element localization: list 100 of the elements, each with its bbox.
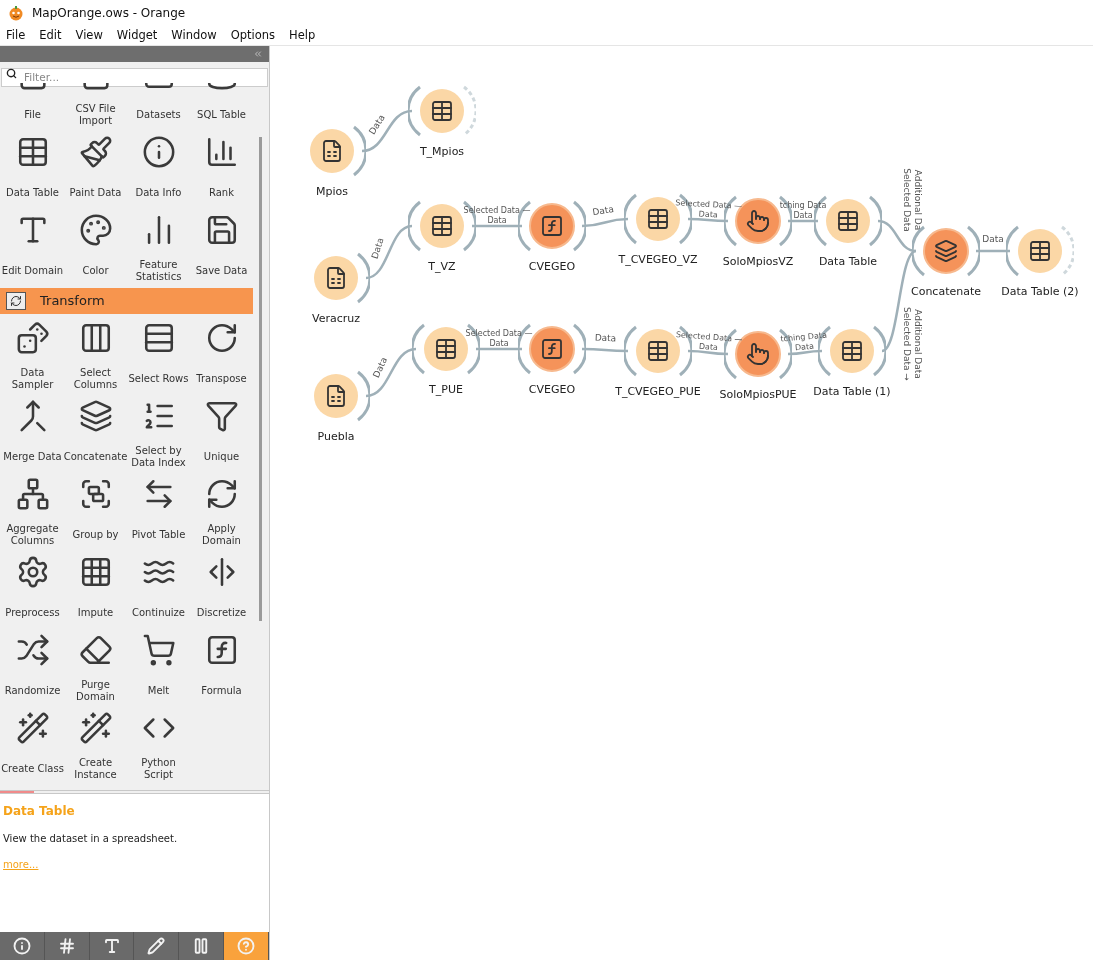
widget-label[interactable]: Select Columns (64, 367, 127, 391)
table-icon (646, 339, 670, 363)
node-label[interactable]: T_Mpios (419, 144, 465, 161)
help-icon (237, 937, 256, 955)
widget-label[interactable]: Group by (72, 529, 119, 541)
node-label[interactable]: Puebla (317, 429, 355, 446)
shuffle-icon (15, 633, 50, 667)
link-label: Data (489, 339, 509, 348)
widget-label[interactable]: Impute (77, 607, 114, 619)
menu-item[interactable]: Edit (39, 26, 62, 45)
cart-icon (141, 633, 176, 667)
widget-label[interactable]: SQL Table (197, 109, 246, 121)
link-label: Data (369, 236, 386, 261)
widget-label[interactable]: Preprocess (5, 607, 60, 619)
table-icon (836, 209, 860, 233)
category-label[interactable]: Transform (40, 291, 105, 311)
widget-label[interactable]: Pivot Table (131, 529, 186, 541)
link-label: Selected Data — (463, 206, 531, 215)
description-title: Data Table (3, 803, 76, 820)
widget-label[interactable]: File (24, 109, 41, 121)
widget-label[interactable]: Data Table (6, 187, 59, 199)
widget-label[interactable]: Randomize (4, 685, 61, 697)
paintbrush-icon (78, 135, 113, 169)
menu-item[interactable]: View (75, 26, 103, 45)
link-label: Additional Data (913, 309, 923, 379)
pencil-icon (147, 937, 166, 955)
menu-item[interactable]: Options (230, 26, 276, 45)
menu-item[interactable]: Widget (116, 26, 158, 45)
node-label[interactable]: Data Table (2) (1001, 284, 1079, 301)
widget-label[interactable]: Python Script (127, 757, 190, 781)
link-label: tching Data (779, 201, 827, 210)
menu-item[interactable]: File (6, 26, 26, 45)
node-label[interactable]: Veracruz (312, 311, 360, 328)
link-label: Selected Data (902, 168, 912, 232)
funnel-icon (204, 399, 239, 433)
info-icon (12, 937, 31, 955)
node-label[interactable]: CVEGEO (528, 259, 576, 276)
link-label: Data (698, 341, 719, 353)
menu-item[interactable]: Window (171, 26, 217, 45)
search-icon (6, 68, 17, 79)
widget-label[interactable]: CSV File Import (64, 103, 127, 127)
widget-label[interactable]: Discretize (196, 607, 247, 619)
table-icon (430, 214, 454, 238)
window-title: MapOrange.ows - Orange (32, 5, 186, 22)
scrollbar-thumb[interactable] (259, 137, 262, 621)
widget-label[interactable]: Edit Domain (1, 265, 64, 277)
node-label[interactable]: T_PUE (429, 382, 463, 399)
node-label[interactable]: T_CVEGEO_PUE (615, 384, 701, 401)
info-icon (141, 135, 176, 169)
widget-label[interactable]: Color (82, 265, 109, 277)
table-icon (646, 207, 670, 231)
widget-label[interactable]: Feature Statistics (127, 259, 190, 283)
widget-label[interactable]: Paint Data (69, 187, 122, 199)
link-label: Data (982, 234, 1004, 244)
menu-item[interactable]: Help (289, 26, 316, 45)
link-label: Data (487, 216, 507, 225)
node-label[interactable]: T_CVEGEO_VZ (618, 252, 698, 269)
dice-icon (15, 321, 50, 355)
widget-label[interactable]: Unique (203, 451, 240, 463)
node-label[interactable]: CVEGEO (528, 382, 576, 399)
app-logo-icon (8, 5, 24, 21)
node-label[interactable]: T_VZ (428, 259, 456, 276)
widget-label[interactable]: Data Info (135, 187, 182, 199)
node-label[interactable]: Data Table (1) (813, 384, 891, 401)
node-label[interactable]: Data Table (818, 254, 878, 271)
widget-label[interactable]: Continuize (132, 607, 185, 619)
widget-label[interactable]: Create Instance (64, 757, 127, 781)
grid-icon (57, 937, 76, 955)
widget-label[interactable]: Datasets (136, 109, 181, 121)
widget-label[interactable]: Select Rows (128, 373, 189, 385)
table-icon (430, 99, 454, 123)
widget-label[interactable]: Aggregate Columns (1, 523, 64, 547)
widget-label[interactable]: Save Data (195, 265, 248, 277)
widget-label[interactable]: Create Class (1, 763, 64, 775)
widget-label[interactable]: Transpose (196, 373, 247, 385)
stacked-tables-icon (78, 399, 113, 433)
widget-label[interactable]: Concatenate (63, 451, 128, 463)
widget-label[interactable]: Select by Data Index (127, 445, 190, 469)
magic-wand-icon (78, 711, 113, 745)
table-icon (840, 339, 864, 363)
widget-label[interactable]: Rank (209, 187, 234, 199)
link-label: Data (594, 332, 617, 344)
widget-label[interactable]: Apply Domain (190, 523, 253, 547)
toolbar-button[interactable] (224, 932, 269, 960)
link-label: Additional Da (913, 169, 923, 231)
filter-field[interactable]: Filter... (1, 67, 268, 87)
link-label: Selected Data — (465, 329, 533, 338)
refresh-icon (10, 295, 22, 307)
link-label: Data (793, 211, 813, 220)
widget-label[interactable]: Formula (201, 685, 242, 697)
widget-label[interactable]: Data Sampler (1, 367, 64, 391)
widget-label[interactable]: Melt (147, 685, 170, 697)
node-label[interactable]: Concatenate (910, 284, 981, 301)
widget-label[interactable]: Merge Data (3, 451, 62, 463)
node-label[interactable]: Mpios (316, 184, 348, 201)
widget-label[interactable]: Purge Domain (64, 679, 127, 703)
palette-icon (78, 213, 113, 247)
node-label[interactable]: SoloMpiosVZ (722, 254, 794, 271)
category-header[interactable]: Transform (0, 288, 253, 314)
node-label[interactable]: SoloMpiosPUE (719, 387, 797, 404)
